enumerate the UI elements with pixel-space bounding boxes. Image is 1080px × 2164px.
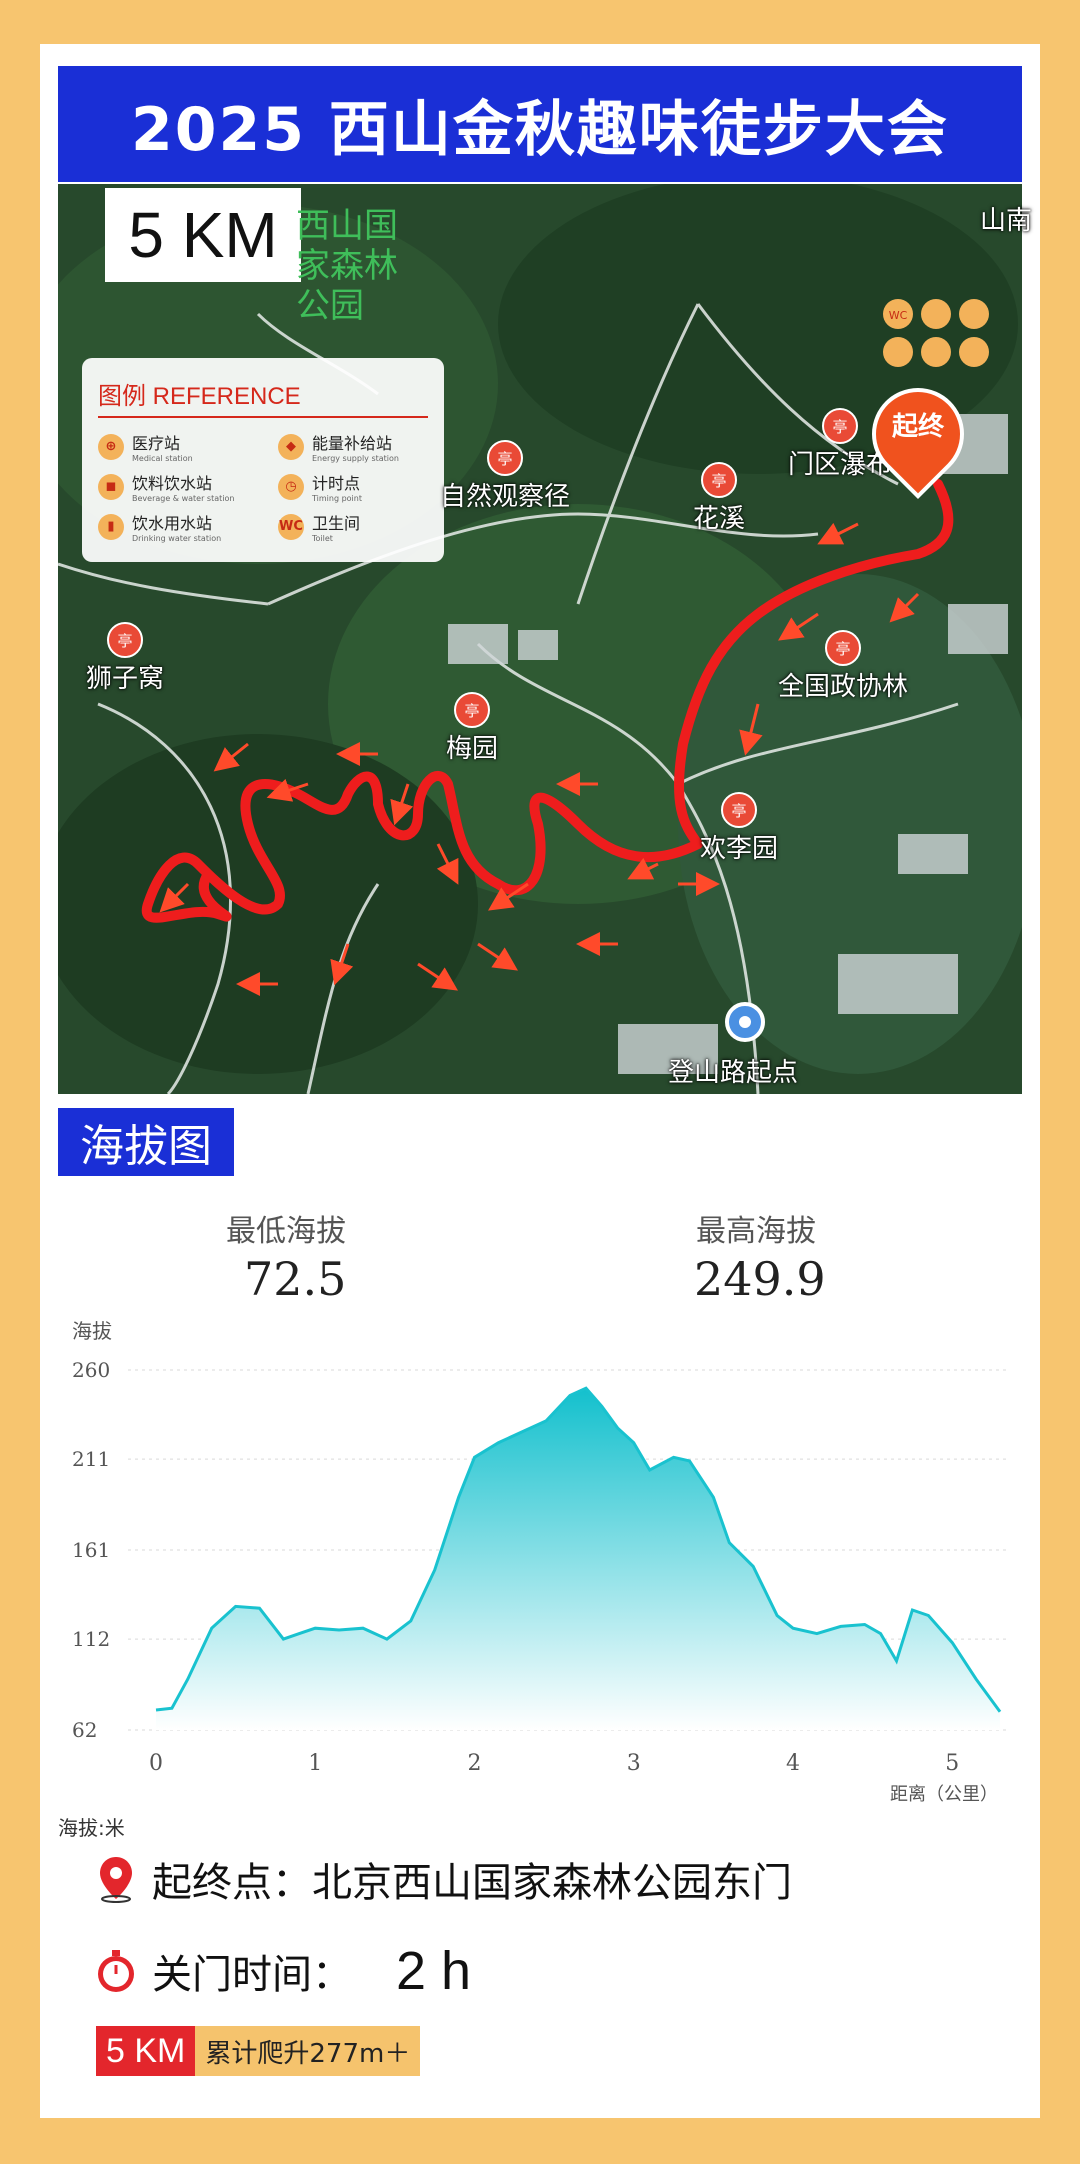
x-tick-label: 4 [786, 1751, 800, 1776]
pavilion-icon: 亭 [454, 692, 490, 728]
legend-sub: Beverage & water station [132, 494, 235, 503]
pavilion-icon: 亭 [825, 630, 861, 666]
pavilion-icon: 亭 [107, 622, 143, 658]
place-label: 欢李园 [700, 834, 779, 864]
legend-item-timing: ◷ 计时点 Timing point [278, 470, 362, 503]
legend-item-medical: ⊕ 医疗站 Medical station [98, 430, 193, 463]
water-icon: ▮ [98, 513, 124, 540]
page-title: 2025 西山金秋趣味徒步大会 [58, 66, 1022, 182]
svg-text:WC: WC [889, 309, 908, 322]
x-tick-label: 3 [627, 1751, 641, 1776]
place-trailhead: 登山路起点 [668, 1052, 798, 1089]
legend-label: 计时点 [312, 474, 361, 493]
location-pin-icon [100, 1857, 132, 1903]
place-label: 梅园 [446, 734, 499, 764]
x-tick-label: 0 [149, 1751, 163, 1776]
x-tick-label: 2 [467, 1751, 481, 1776]
pavilion-icon: 亭 [487, 440, 523, 476]
legend-title: 图例 REFERENCE [98, 383, 301, 410]
x-tick-label: 5 [945, 1751, 959, 1776]
place-label: 自然观察径 [440, 482, 571, 512]
toilet-icon: WC [278, 513, 304, 540]
y-tick-label: 112 [72, 1627, 110, 1651]
place-label: 山南 [980, 206, 1033, 236]
legend-label: 卫生间 [312, 514, 361, 533]
legend-label: 饮水用水站 [132, 514, 213, 533]
distance-label: 5 KM [105, 188, 301, 282]
start-location-text: 起终点：北京西山国家森林公园东门 [152, 1860, 792, 1906]
place-nature-trail: 亭自然观察径 [440, 440, 570, 513]
y-axis-label: 海拔 [72, 1319, 112, 1343]
pavilion-icon: 亭 [822, 408, 858, 444]
distance-badge: 5 KM 累计爬升277m＋ [96, 2026, 421, 2076]
place-label: 西山国家森林公园 [296, 206, 398, 326]
legend-item-energy: ◆ 能量补给站 Energy supply station [278, 430, 399, 463]
legend-sub: Drinking water station [132, 534, 222, 543]
legend-divider [98, 416, 428, 418]
place-label: 花溪 [693, 504, 746, 534]
beverage-icon: ◼ [98, 473, 124, 500]
legend-label: 饮料饮水站 [132, 474, 213, 493]
badge-climb: 累计爬升277m＋ [195, 2026, 421, 2076]
x-axis-label: 距离（公里） [890, 1784, 998, 1805]
pavilion-icon: 亭 [721, 792, 757, 828]
legend-label: 医疗站 [132, 434, 181, 453]
max-elevation-label: 最高海拔 [696, 1214, 816, 1249]
place-huanli: 亭欢李园 [700, 792, 778, 865]
place-south: 山南 [980, 200, 1032, 237]
y-tick-label: 260 [72, 1358, 110, 1382]
place-zhengxie: 亭全国政协林 [778, 630, 908, 703]
legend-item-toilet: WC 卫生间 Toilet [278, 510, 360, 543]
place-shizi: 亭狮子窝 [86, 622, 164, 695]
elevation-area [155, 1388, 1001, 1730]
close-time-value: 2 h [396, 1941, 472, 2001]
elevation-section-title: 海拔图 [58, 1108, 234, 1176]
place-label: 登山路起点 [668, 1058, 799, 1088]
y-tick-label: 161 [72, 1538, 110, 1562]
close-time-label: 关门时间： [152, 1952, 352, 1998]
timing-icon: ◷ [278, 473, 304, 500]
legend-item-water: ▮ 饮水用水站 Drinking water station [98, 510, 221, 543]
elevation-unit-note: 海拔:米 [58, 1816, 125, 1840]
legend-sub: Energy supply station [312, 454, 399, 463]
elevation-chart: 海拔 62 112 161 211 260 0 1 2 3 4 5 距离（公里） [58, 1310, 1022, 1810]
x-tick-label: 1 [308, 1751, 322, 1776]
energy-icon: ◆ [278, 433, 304, 460]
elevation-chart-svg: 海拔 62 112 161 211 260 0 1 2 3 4 5 距离（公里） [72, 1319, 1008, 1805]
legend-sub: Timing point [312, 494, 362, 503]
legend-sub: Toilet [312, 534, 333, 543]
stopwatch-icon [98, 1950, 134, 1992]
start-end-label: 起终 [891, 412, 944, 442]
min-elevation-label: 最低海拔 [226, 1214, 346, 1249]
place-forest-park: 西山国家森林公园 [296, 206, 426, 326]
map-legend: 图例 REFERENCE ⊕ 医疗站 Medical station ◆ 能量补给… [82, 358, 444, 562]
place-label: 全国政协林 [778, 672, 909, 702]
pavilion-icon: 亭 [701, 462, 737, 498]
badge-km: 5 KM [96, 2026, 196, 2076]
trailhead-pin [725, 1002, 765, 1042]
y-tick-label: 62 [72, 1718, 97, 1742]
legend-label: 能量补给站 [312, 434, 393, 453]
legend-item-beverage: ◼ 饮料饮水站 Beverage & water station [98, 470, 234, 503]
place-huaxi: 亭花溪 [693, 462, 745, 535]
max-elevation-value: 249.9 [694, 1252, 826, 1306]
medical-icon: ⊕ [98, 433, 124, 460]
y-tick-label: 211 [72, 1447, 110, 1471]
start-location-row: 起终点：北京西山国家森林公园东门 [94, 1850, 792, 1908]
legend-sub: Medical station [132, 454, 193, 463]
close-time-row: 关门时间： 2 h [94, 1940, 471, 2002]
place-meiyuan: 亭梅园 [446, 692, 498, 765]
place-label: 狮子窝 [86, 664, 165, 694]
min-elevation-value: 72.5 [244, 1252, 347, 1306]
